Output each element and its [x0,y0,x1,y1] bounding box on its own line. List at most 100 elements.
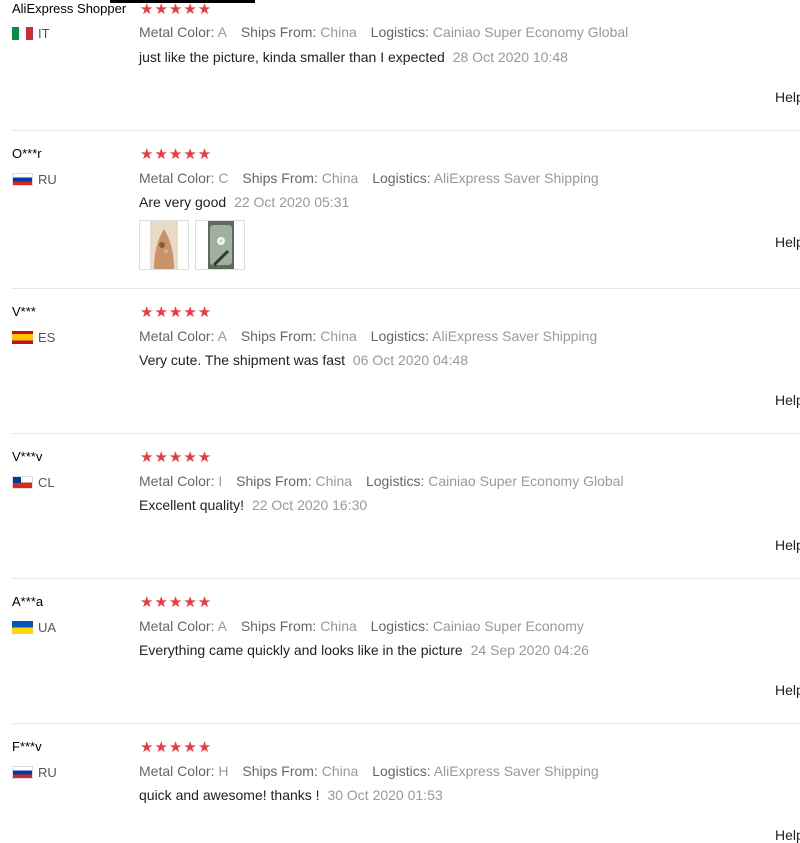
metal-color-label: Metal Color: [139,24,215,40]
metal-color-value: H [218,763,229,779]
reviewer-country: ES [12,330,55,345]
review-sku-info: Metal Color: A Ships From: China Logisti… [139,24,638,40]
metal-color-value: A [217,328,227,344]
review-text: just like the picture, kinda smaller tha… [139,49,445,65]
country-code: IT [38,26,50,41]
star-rating: ★★★★★ [140,449,213,466]
metal-color-value: I [218,473,223,489]
star-rating: ★★★★★ [140,1,213,18]
ships-from-label: Ships From: [242,170,318,186]
reviewer-country: UA [12,620,56,635]
star-rating: ★★★★★ [140,304,213,321]
review-date: 22 Oct 2020 16:30 [251,497,368,513]
metal-color-value: A [217,618,227,634]
metal-color-label: Metal Color: [139,328,215,344]
metal-color-label: Metal Color: [139,618,215,634]
helpful-button[interactable]: Helpful [775,682,800,698]
review-sku-info: Metal Color: C Ships From: China Logisti… [139,170,609,186]
review-content: Very cute. The shipment was fast 06 Oct … [139,352,468,368]
review-date: 24 Sep 2020 04:26 [470,642,589,658]
logistics-label: Logistics: [370,24,430,40]
metal-color-label: Metal Color: [139,170,215,186]
ships-from-label: Ships From: [240,328,317,344]
reviewer-country: IT [12,26,50,41]
metal-color-value: A [217,24,227,40]
country-code: CL [38,475,55,490]
review-content: Everything came quickly and looks like i… [139,642,589,658]
review-photo-thumbnail[interactable] [195,220,245,270]
logistics-value: AliExpress Saver Shipping [432,328,598,344]
review-text: Excellent quality! [139,497,245,513]
star-rating: ★★★★★ [140,594,213,611]
helpful-button[interactable]: Helpful [775,89,800,105]
reviewer-name: AliExpress Shopper [12,1,127,16]
country-code: RU [38,765,57,780]
russia-flag-icon [12,173,33,186]
helpful-button[interactable]: Helpful [775,827,800,843]
earring-on-phone-image-icon [208,221,234,269]
reviewer-name: V*** [12,304,36,319]
hand-with-earring-image-icon [150,221,178,269]
logistics-label: Logistics: [372,170,431,186]
review-sku-info: Metal Color: H Ships From: China Logisti… [139,763,609,779]
review-content: Excellent quality! 22 Oct 2020 16:30 [139,497,367,513]
review-sku-info: Metal Color: I Ships From: China Logisti… [139,473,634,489]
ships-from-value: China [320,328,357,344]
country-code: UA [38,620,57,635]
ships-from-value: China [320,24,357,40]
metal-color-label: Metal Color: [139,763,215,779]
review-item: O***r RU ★★★★★ Metal Color: C Ships From… [0,131,800,289]
review-item: AliExpress Shopper IT ★★★★★ Metal Color:… [0,0,800,131]
review-text: Everything came quickly and looks like i… [139,642,463,658]
ships-from-label: Ships From: [236,473,312,489]
reviewer-name: V***v [12,449,43,464]
logistics-value: AliExpress Saver Shipping [433,170,599,186]
review-content: quick and awesome! thanks ! 30 Oct 2020 … [139,787,443,803]
ships-from-label: Ships From: [242,763,318,779]
ships-from-value: China [315,473,353,489]
logistics-label: Logistics: [370,328,430,344]
review-content: just like the picture, kinda smaller tha… [139,49,568,65]
helpful-button[interactable]: Helpful [775,234,800,250]
chile-flag-icon [12,476,33,489]
review-sku-info: Metal Color: A Ships From: China Logisti… [139,618,594,634]
review-text: quick and awesome! thanks ! [139,787,320,803]
review-text: Are very good [139,194,227,210]
review-item: A***a UA ★★★★★ Metal Color: A Ships From… [0,579,800,724]
metal-color-label: Metal Color: [139,473,215,489]
logistics-label: Logistics: [372,763,431,779]
logistics-value: AliExpress Saver Shipping [433,763,599,779]
helpful-button[interactable]: Helpful [775,537,800,553]
reviewer-name: F***v [12,739,42,754]
review-content: Are very good 22 Oct 2020 05:31 [139,194,349,210]
metal-color-value: C [218,170,229,186]
country-code: ES [38,330,56,345]
review-item: V***v CL ★★★★★ Metal Color: I Ships From… [0,434,800,579]
reviewer-name: O***r [12,146,42,161]
review-text: Very cute. The shipment was fast [139,352,345,368]
logistics-value: Cainiao Super Economy Global [428,473,624,489]
ships-from-label: Ships From: [240,24,317,40]
star-rating: ★★★★★ [140,146,213,163]
logistics-label: Logistics: [370,618,430,634]
ships-from-value: China [321,763,359,779]
logistics-value: Cainiao Super Economy [432,618,584,634]
country-code: RU [38,172,57,187]
ukraine-flag-icon [12,621,33,634]
review-photo-thumbnail[interactable] [139,220,189,270]
review-date: 22 Oct 2020 05:31 [234,194,350,210]
review-item: F***v RU ★★★★★ Metal Color: H Ships From… [0,724,800,843]
review-sku-info: Metal Color: A Ships From: China Logisti… [139,328,607,344]
reviewer-name: A***a [12,594,44,609]
helpful-button[interactable]: Helpful [775,392,800,408]
ships-from-label: Ships From: [240,618,317,634]
reviewer-country: RU [12,172,57,187]
review-date: 30 Oct 2020 01:53 [327,787,443,803]
ships-from-value: China [320,618,357,634]
logistics-label: Logistics: [365,473,425,489]
italy-flag-icon [12,27,33,40]
review-date: 28 Oct 2020 10:48 [452,49,568,65]
star-rating: ★★★★★ [140,739,213,756]
reviewer-country: RU [12,765,57,780]
review-date: 06 Oct 2020 04:48 [352,352,469,368]
